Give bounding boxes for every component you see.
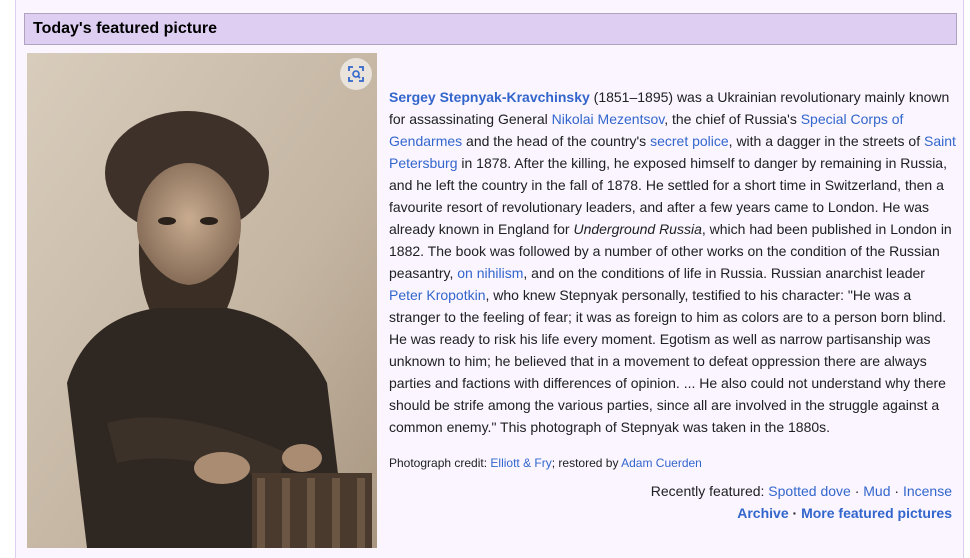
subject-link[interactable]: Sergey Stepnyak-Kravchinsky (389, 89, 590, 105)
more-featured-pictures-link[interactable]: More featured pictures (801, 505, 952, 521)
dot-separator: · (850, 483, 864, 499)
link-restorer[interactable]: Adam Cuerden (621, 456, 702, 470)
featured-blurb: Sergey Stepnyak-Kravchinsky (1851–1895) … (389, 86, 957, 438)
section-header: Today's featured picture (24, 13, 957, 45)
zoom-icon (348, 66, 364, 82)
blurb-text: and the head of the country's (462, 133, 651, 149)
link-secret-police[interactable]: secret police (650, 133, 729, 149)
archive-link[interactable]: Archive (737, 505, 788, 521)
link-kropotkin[interactable]: Peter Kropotkin (389, 287, 486, 303)
credit-label: Photograph credit: (389, 456, 491, 470)
blurb-text: , and on the conditions of life in Russi… (523, 265, 925, 281)
blurb-paragraph: Sergey Stepnyak-Kravchinsky (1851–1895) … (389, 86, 957, 438)
section-title: Today's featured picture (33, 20, 217, 37)
recent-link-mud[interactable]: Mud (863, 483, 890, 499)
link-nihilism[interactable]: on nihilism (457, 265, 523, 281)
recently-featured: Recently featured: Spotted dove · Mud · … (389, 480, 952, 502)
recent-label: Recently featured: (650, 483, 769, 499)
link-mezentsov[interactable]: Nikolai Mezentsov (552, 111, 665, 127)
dot-separator: · (890, 483, 903, 499)
blurb-text: , the chief of Russia's (664, 111, 801, 127)
featured-photo[interactable] (27, 53, 377, 548)
recent-link-spotted-dove[interactable]: Spotted dove (768, 483, 851, 499)
blurb-text: , with a dagger in the streets of (728, 133, 925, 149)
archive-links: Archive · More featured pictures (389, 502, 952, 524)
credit-separator: ; restored by (551, 456, 622, 470)
zoom-button[interactable] (340, 58, 372, 90)
portrait-image (27, 53, 377, 548)
blurb-text: , who knew Stepnyak personally, testifie… (389, 287, 947, 435)
book-title: Underground Russia (573, 221, 702, 237)
link-photographer[interactable]: Elliott & Fry (490, 456, 551, 470)
recent-link-incense[interactable]: Incense (903, 483, 952, 499)
dot-separator: · (788, 505, 802, 521)
photo-credit: Photograph credit: Elliott & Fry; restor… (389, 455, 957, 471)
